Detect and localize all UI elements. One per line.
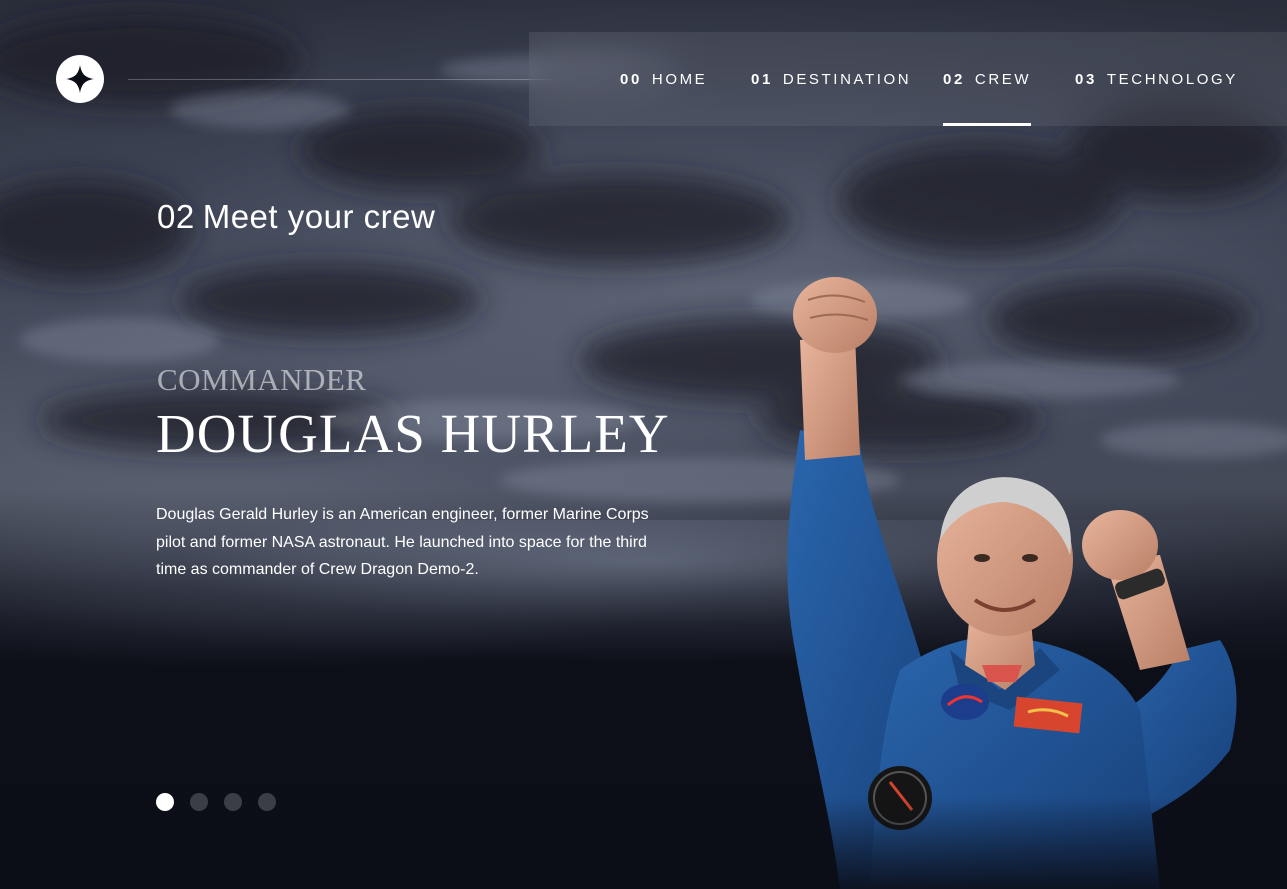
star-logo-icon	[66, 65, 94, 93]
main-navigation: 00 HOME 01 DESTINATION 02 CREW 03 TECHNO…	[529, 32, 1287, 126]
slider-dot-3[interactable]	[224, 793, 242, 811]
nav-item-number: 02	[943, 70, 965, 88]
logo[interactable]	[56, 55, 104, 103]
crew-bio: Douglas Gerald Hurley is an American eng…	[156, 506, 649, 578]
nav-item-home[interactable]: 00 HOME	[620, 32, 707, 126]
nav-item-label: CREW	[974, 70, 1032, 88]
nav-item-label: HOME	[651, 70, 708, 88]
nav-item-number: 00	[620, 70, 642, 88]
page-title-number: 02	[157, 198, 195, 235]
crew-member-image	[760, 270, 1260, 889]
nav-item-number: 01	[751, 70, 773, 88]
page-title-text: Meet your crew	[202, 198, 436, 235]
slider-dot-1[interactable]	[156, 793, 174, 811]
nav-item-crew[interactable]: 02 CREW	[943, 32, 1032, 126]
nav-item-destination[interactable]: 01 DESTINATION	[751, 32, 911, 126]
header-divider	[128, 79, 553, 80]
nav-item-label: TECHNOLOGY	[1106, 70, 1238, 88]
crew-slider-dots	[156, 793, 276, 811]
crew-role: COMMANDER	[157, 362, 367, 397]
slider-dot-2[interactable]	[190, 793, 208, 811]
page-title: 02 Meet your crew	[157, 198, 435, 236]
nav-item-technology[interactable]: 03 TECHNOLOGY	[1075, 32, 1238, 126]
slider-dot-4[interactable]	[258, 793, 276, 811]
nav-item-number: 03	[1075, 70, 1097, 88]
nav-item-label: DESTINATION	[782, 70, 912, 88]
crew-name: DOUGLAS HURLEY	[156, 403, 670, 464]
crew-page: 00 HOME 01 DESTINATION 02 CREW 03 TECHNO…	[0, 0, 1287, 889]
